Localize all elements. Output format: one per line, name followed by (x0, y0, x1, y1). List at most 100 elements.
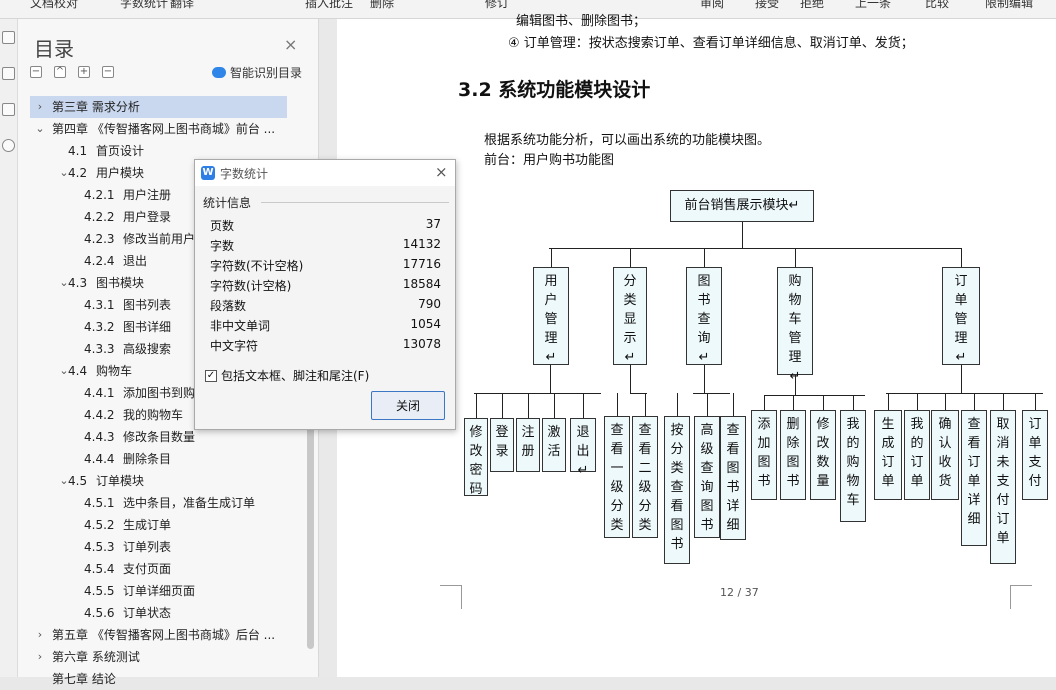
ribbon-item[interactable]: 接受 (755, 0, 779, 11)
ribbon-item[interactable]: 拒绝 (800, 0, 824, 11)
toc-item-label: 第三章 需求分析 (52, 100, 140, 114)
toc-item-label: 添加图书到购 (123, 386, 196, 400)
connector-line (583, 393, 584, 418)
diagram-leaf-box-label: 退出↵ (576, 425, 590, 478)
diagram-root-box: 前台销售展示模块↵ (670, 190, 814, 222)
remove-heading-icon[interactable]: − (102, 66, 114, 78)
toc-item-label: 生成订单 (123, 518, 172, 532)
stat-value: 790 (418, 297, 441, 311)
diagram-leaf-box-label: 查看订单详细 (967, 417, 981, 527)
stat-row: 字数 14132 (210, 237, 441, 257)
connector-line (549, 248, 962, 249)
ribbon-item[interactable]: 审阅 (700, 0, 724, 11)
toc-item[interactable]: 4.5.1 选中条目，准备生成订单 (30, 492, 287, 514)
include-textbox-footnote-checkbox[interactable]: ✓ 包括文本框、脚注和尾注(F) (205, 367, 369, 384)
list-item-order-mgmt: ④ 订单管理：按状态搜索订单、查看订单详细信息、取消订单、发货； (508, 36, 914, 51)
connector-line (1003, 393, 1004, 410)
toc-item[interactable]: 4.5.6 订单状态 (30, 602, 287, 624)
close-button[interactable]: 关闭 (371, 391, 445, 420)
close-icon[interactable]: × (284, 35, 297, 54)
ribbon-item[interactable]: 插入批注 (305, 0, 353, 11)
expand-up-icon[interactable]: ^ (54, 66, 66, 78)
bookmark-icon[interactable] (2, 67, 15, 80)
toc-item[interactable]: › 第六章 系统测试 (30, 646, 287, 668)
partial-line: 编辑图书、删除图书； (516, 14, 647, 29)
toc-item-number: 4.2.3 (84, 232, 115, 246)
toc-toggle-icon[interactable] (2, 31, 15, 44)
toc-item-label: 订单列表 (123, 540, 172, 554)
ribbon-item[interactable]: 字数统计 (120, 0, 168, 11)
toc-item-label: 第五章 《传智播客网上图书商城》后台 ... (52, 628, 276, 642)
toc-item[interactable]: › 第三章 需求分析 (30, 96, 287, 118)
checkbox-check-icon[interactable]: ✓ (205, 369, 217, 382)
ribbon-item[interactable]: 删除 (370, 0, 394, 11)
crop-mark (440, 585, 462, 586)
toc-item-number: 4.5 (68, 474, 88, 488)
page-thumbnail-icon[interactable] (2, 103, 15, 116)
toc-item[interactable]: › 第五章 《传智播客网上图书商城》后台 ... (30, 624, 287, 646)
connector-line (677, 393, 678, 416)
connector-line (974, 393, 975, 410)
diagram-module-box: 购物车管理↵ (777, 267, 813, 384)
toc-item-label: 第七章 结论 (52, 672, 116, 686)
connector-line (707, 393, 708, 416)
toc-item[interactable]: 第七章 结论 (30, 668, 287, 690)
toc-item[interactable]: 4.5.4 支付页面 (30, 558, 287, 580)
chevron-down-icon[interactable]: ⌄ (34, 118, 46, 140)
connector-line (853, 395, 854, 410)
connector-line (793, 395, 794, 410)
connector-line (550, 365, 551, 393)
connector-line (630, 365, 631, 393)
word-count-dialog: W 字数统计 × 统计信息 页数 37 字数 14132 字符数(不计空格) 17716 字… (194, 159, 456, 430)
toc-item-number: 4.3.3 (84, 342, 115, 356)
crop-mark (1010, 585, 1032, 609)
toc-item-label: 订单模块 (96, 474, 145, 488)
toc-item-label: 选中条目，准备生成订单 (123, 496, 256, 510)
diagram-leaf-box-label: 查看二级分类 (638, 423, 652, 533)
toc-item-label: 订单状态 (123, 606, 172, 620)
smart-recognize-toc-button[interactable]: 智能识别目录 (212, 64, 302, 81)
add-heading-icon[interactable]: + (78, 66, 90, 78)
toc-item[interactable]: 4.5.2 生成订单 (30, 514, 287, 536)
connector-line (617, 393, 618, 416)
chevron-right-icon[interactable]: › (34, 646, 46, 668)
connector-line (795, 248, 796, 267)
connector-line (704, 365, 705, 393)
toc-item[interactable]: 4.5.3 订单列表 (30, 536, 287, 558)
diagram-leaf-box: 查看图书详细 (720, 416, 746, 540)
diagram-leaf-box: 确认收货 (931, 410, 959, 500)
diagram-module-box-label: 用户管理↵ (544, 274, 558, 365)
ribbon-item[interactable]: 文档校对 (30, 0, 78, 11)
toc-item[interactable]: 4.5.5 订单详细页面 (30, 580, 287, 602)
dialog-titlebar[interactable]: W 字数统计 × (195, 160, 455, 186)
toc-item[interactable]: ⌄ 4.5 订单模块 (30, 470, 287, 492)
paragraph: 前台：用户购书功能图 (484, 153, 615, 168)
diagram-leaf-box-label: 确认收货 (938, 417, 952, 489)
group-separator (261, 202, 449, 203)
ribbon-item[interactable]: 上一条 (855, 0, 891, 11)
toc-item-number: 4.5.5 (84, 584, 115, 598)
chevron-right-icon[interactable]: › (34, 624, 46, 646)
close-icon[interactable]: × (435, 163, 448, 181)
diagram-module-box: 图书查询↵ (686, 267, 722, 365)
connector-line (886, 393, 1043, 394)
crop-mark (1010, 585, 1032, 586)
connector-line (476, 393, 477, 418)
smart-recognize-label: 智能识别目录 (230, 66, 303, 80)
chevron-right-icon[interactable]: › (34, 96, 46, 118)
stat-label: 字符数(计空格) (210, 279, 292, 293)
ribbon-item[interactable]: 限制编辑 (985, 0, 1033, 11)
ribbon-item[interactable]: 比较 (925, 0, 949, 11)
wps-writer-icon: W (201, 166, 215, 180)
toc-item-number: 4.5.1 (84, 496, 115, 510)
toc-item[interactable]: ⌄ 第四章 《传智播客网上图书商城》前台 ... (30, 118, 287, 140)
toc-item-label: 用户登录 (123, 210, 172, 224)
diagram-leaf-box-label: 订单支付 (1028, 417, 1042, 489)
collapse-all-icon[interactable]: − (30, 66, 42, 78)
toc-item[interactable]: 4.4.4 删除条目 (30, 448, 287, 470)
toc-item-label: 订单详细页面 (123, 584, 196, 598)
ribbon-item[interactable]: 翻译 (170, 0, 194, 11)
ribbon-item[interactable]: 修订 (485, 0, 509, 11)
diagram-leaf-box-label: 取消未支付订单 (996, 417, 1010, 546)
search-icon[interactable] (2, 139, 15, 152)
